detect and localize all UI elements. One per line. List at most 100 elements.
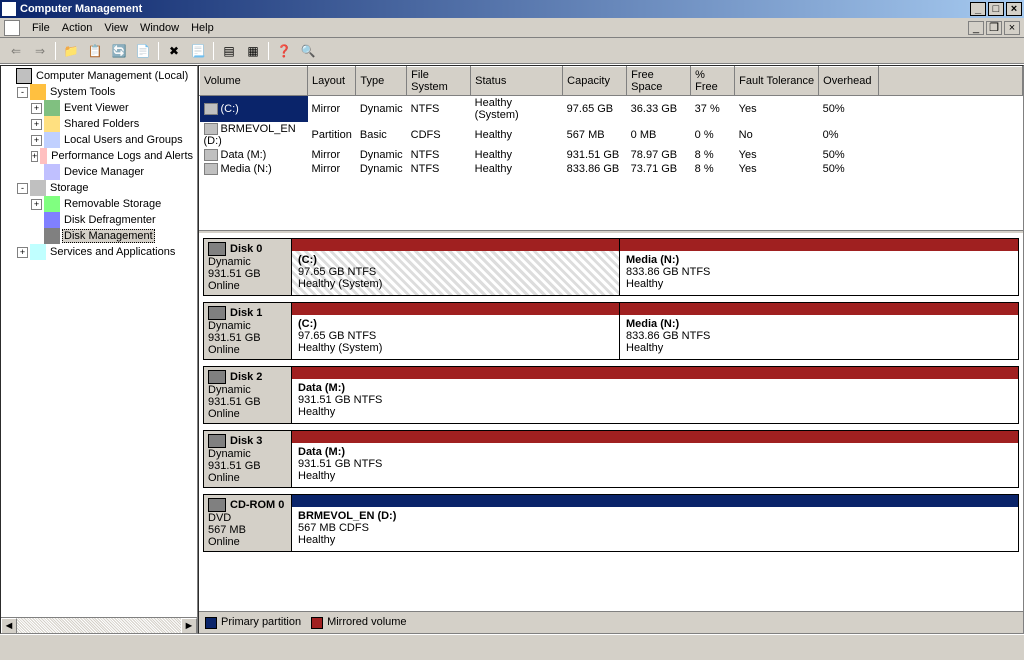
partition-box[interactable]: (C:)97.65 GB NTFSHealthy (System): [292, 251, 619, 295]
maximize-button[interactable]: □: [988, 2, 1004, 16]
tree-system-tools[interactable]: -System Tools: [3, 84, 195, 100]
volume-row[interactable]: Data (M:)MirrorDynamicNTFSHealthy931.51 …: [200, 148, 1023, 162]
tree-perf-logs[interactable]: +Performance Logs and Alerts: [3, 148, 195, 164]
scroll-right-button[interactable]: ►: [181, 618, 197, 634]
col-header[interactable]: File System: [407, 67, 471, 96]
disk-header: CD-ROM 0DVD567 MBOnline: [204, 495, 292, 551]
tree-hscroll[interactable]: ◄►: [1, 617, 197, 633]
expand-icon[interactable]: +: [31, 199, 42, 210]
tree-device-mgr[interactable]: Device Manager: [3, 164, 195, 180]
disk-row[interactable]: Disk 1Dynamic931.51 GBOnline(C:)97.65 GB…: [203, 302, 1019, 360]
disk-row[interactable]: CD-ROM 0DVD567 MBOnlineBRMEVOL_EN (D:)56…: [203, 494, 1019, 552]
export-button[interactable]: 📄: [132, 40, 154, 62]
col-header[interactable]: % Free: [691, 67, 735, 96]
window-controls: _ □ ×: [968, 2, 1022, 16]
search-button[interactable]: 🔍: [297, 40, 319, 62]
window-titlebar: Computer Management _ □ ×: [0, 0, 1024, 18]
tree-event-viewer[interactable]: +Event Viewer: [3, 100, 195, 116]
tree-disk-mgmt[interactable]: Disk Management: [3, 228, 195, 244]
volume-row[interactable]: (C:)MirrorDynamicNTFSHealthy (System)97.…: [200, 96, 1023, 123]
arrow-right-icon: ⇒: [35, 44, 45, 58]
tree-shared-folders[interactable]: +Shared Folders: [3, 116, 195, 132]
view-list-button[interactable]: ▤: [218, 40, 240, 62]
mdi-minimize-button[interactable]: _: [968, 21, 984, 35]
col-header[interactable]: Free Space: [627, 67, 691, 96]
scroll-left-button[interactable]: ◄: [1, 618, 17, 634]
disk-header: Disk 2Dynamic931.51 GBOnline: [204, 367, 292, 423]
statusbar: [0, 634, 1024, 654]
menu-window[interactable]: Window: [134, 20, 185, 36]
volume-icon: [204, 149, 218, 161]
search-icon: 🔍: [301, 44, 316, 58]
tree-removable[interactable]: +Removable Storage: [3, 196, 195, 212]
services-icon: [30, 244, 46, 260]
tree-local-users[interactable]: +Local Users and Groups: [3, 132, 195, 148]
forward-button[interactable]: ⇒: [29, 40, 51, 62]
help-icon: ❓: [277, 44, 292, 58]
volume-table: VolumeLayoutTypeFile SystemStatusCapacit…: [199, 66, 1023, 176]
expand-icon[interactable]: +: [17, 247, 28, 258]
disk-row[interactable]: Disk 3Dynamic931.51 GBOnlineData (M:)931…: [203, 430, 1019, 488]
help-button[interactable]: ❓: [273, 40, 295, 62]
refresh-button[interactable]: 🔄: [108, 40, 130, 62]
disk-row[interactable]: Disk 0Dynamic931.51 GBOnline(C:)97.65 GB…: [203, 238, 1019, 296]
settings-button[interactable]: 📃: [187, 40, 209, 62]
expand-icon[interactable]: +: [31, 135, 42, 146]
mdi-close-button[interactable]: ×: [1004, 21, 1020, 35]
delete-button[interactable]: ✖: [163, 40, 185, 62]
perf-icon: [40, 148, 47, 164]
disk-row[interactable]: Disk 2Dynamic931.51 GBOnlineData (M:)931…: [203, 366, 1019, 424]
partition-box[interactable]: Media (N:)833.86 GB NTFSHealthy: [619, 315, 1009, 359]
mdi-restore-button[interactable]: ❐: [986, 21, 1002, 35]
window-title: Computer Management: [20, 3, 142, 15]
back-button[interactable]: ⇐: [5, 40, 27, 62]
partition-box[interactable]: Data (M:)931.51 GB NTFSHealthy: [292, 379, 1009, 423]
volume-row[interactable]: BRMEVOL_EN (D:)PartitionBasicCDFSHealthy…: [200, 122, 1023, 148]
col-header[interactable]: Type: [356, 67, 407, 96]
partition-box[interactable]: (C:)97.65 GB NTFSHealthy (System): [292, 315, 619, 359]
menu-action[interactable]: Action: [56, 20, 99, 36]
disk-icon: [208, 242, 226, 256]
col-header[interactable]: Layout: [308, 67, 356, 96]
disk-header: Disk 0Dynamic931.51 GBOnline: [204, 239, 292, 295]
col-header[interactable]: Capacity: [563, 67, 627, 96]
close-button[interactable]: ×: [1006, 2, 1022, 16]
volume-row[interactable]: Media (N:)MirrorDynamicNTFSHealthy833.86…: [200, 162, 1023, 176]
partition-box[interactable]: BRMEVOL_EN (D:)567 MB CDFSHealthy: [292, 507, 619, 551]
folder-icon: [44, 116, 60, 132]
properties-icon: 📋: [88, 44, 103, 58]
expand-icon[interactable]: +: [31, 103, 42, 114]
tree-storage[interactable]: -Storage: [3, 180, 195, 196]
disk-icon: [208, 306, 226, 320]
refresh-icon: 🔄: [112, 44, 127, 58]
app-icon: [2, 2, 16, 16]
tree-defrag[interactable]: Disk Defragmenter: [3, 212, 195, 228]
users-icon: [44, 132, 60, 148]
defrag-icon: [44, 212, 60, 228]
expand-icon[interactable]: +: [31, 119, 42, 130]
col-header[interactable]: Volume: [200, 67, 308, 96]
volume-icon: [204, 103, 218, 115]
collapse-icon[interactable]: -: [17, 87, 28, 98]
up-button[interactable]: 📁: [60, 40, 82, 62]
collapse-icon[interactable]: -: [17, 183, 28, 194]
disk-icon: [208, 370, 226, 384]
expand-icon[interactable]: +: [31, 151, 38, 162]
col-header[interactable]: Status: [471, 67, 563, 96]
partition-box[interactable]: Data (M:)931.51 GB NTFSHealthy: [292, 443, 1009, 487]
menu-view[interactable]: View: [98, 20, 134, 36]
volume-icon: [204, 163, 218, 175]
properties-button[interactable]: 📋: [84, 40, 106, 62]
tree-root[interactable]: Computer Management (Local): [3, 68, 195, 84]
menu-file[interactable]: File: [26, 20, 56, 36]
minimize-button[interactable]: _: [970, 2, 986, 16]
legend-mirrored: Mirrored volume: [311, 616, 406, 628]
col-header[interactable]: Overhead: [819, 67, 879, 96]
partition-box[interactable]: Media (N:)833.86 GB NTFSHealthy: [619, 251, 1009, 295]
tree-services[interactable]: +Services and Applications: [3, 244, 195, 260]
menu-help[interactable]: Help: [185, 20, 220, 36]
col-header[interactable]: Fault Tolerance: [735, 67, 819, 96]
storage-icon: [30, 180, 46, 196]
view-grid-button[interactable]: ▦: [242, 40, 264, 62]
legend: Primary partition Mirrored volume: [199, 611, 1023, 633]
